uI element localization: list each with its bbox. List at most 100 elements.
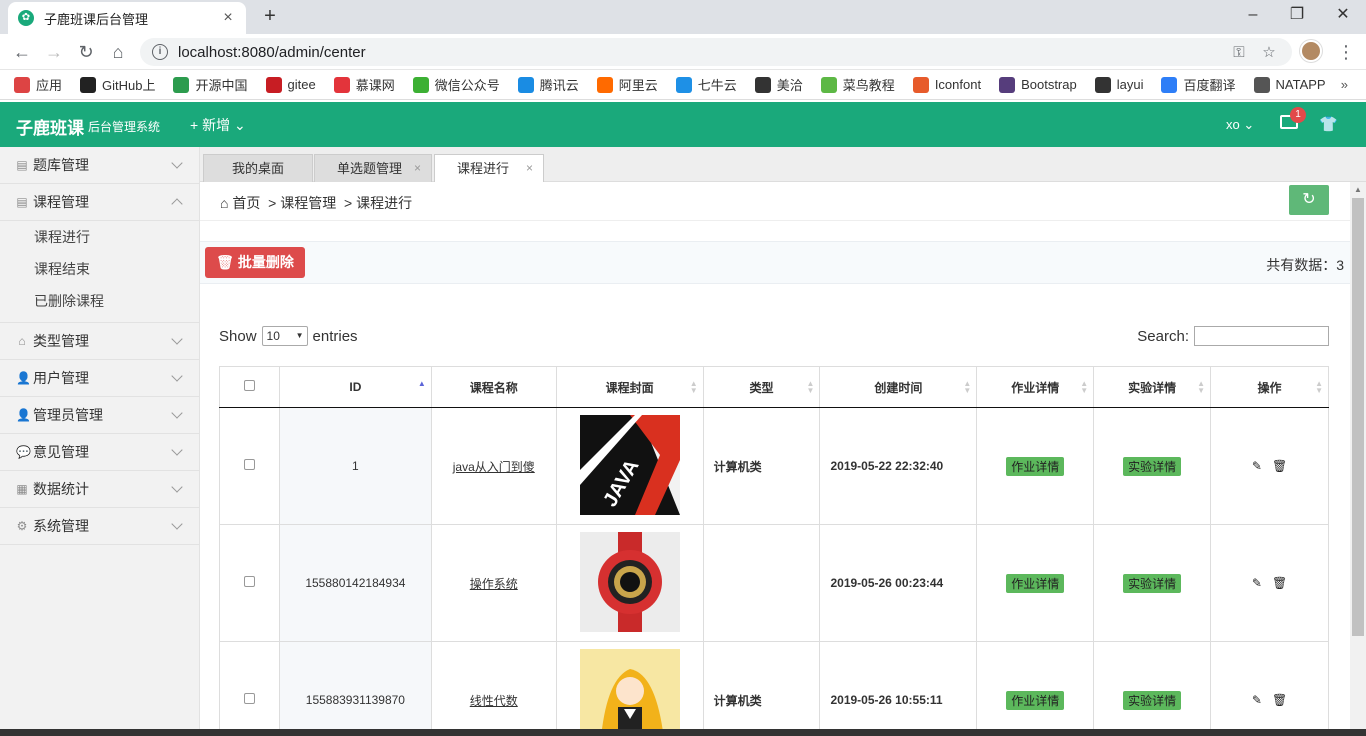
bookmark-item[interactable]: 美洽 (754, 75, 803, 94)
sidebar-item[interactable]: 👤 用户管理 (0, 360, 199, 397)
bookmark-item[interactable]: GitHub上 (80, 75, 155, 94)
experiment-detail-button[interactable]: 实验详情 (1123, 690, 1182, 710)
reload-icon[interactable]: ↻ (74, 40, 98, 64)
search-input[interactable] (1194, 326, 1329, 346)
delete-icon[interactable]: 🗑 (1272, 576, 1287, 590)
close-tab-icon[interactable]: × (414, 155, 421, 182)
sidebar-item[interactable]: ⌂ 类型管理 (0, 323, 199, 360)
table-row[interactable]: 155883931139870 线性代数 计算机类 2019-05-26 10:55:… (219, 641, 1329, 736)
experiment-detail-button[interactable]: 实验详情 (1123, 573, 1182, 593)
course-name-link[interactable]: 操作系统 (470, 577, 518, 591)
scroll-up-icon[interactable]: ▲ (1354, 185, 1362, 194)
info-icon[interactable]: i (152, 44, 168, 60)
sidebar-item-label: 意见管理 (33, 444, 89, 460)
edit-icon[interactable]: ✎ (1252, 576, 1262, 590)
delete-icon[interactable]: 🗑 (1272, 693, 1287, 707)
app-logo[interactable]: 子鹿班课 (16, 114, 84, 139)
url-text[interactable]: localhost:8080/admin/center (178, 44, 1220, 61)
row-checkbox[interactable] (243, 459, 255, 470)
home-icon[interactable]: ⌂ (106, 40, 130, 64)
bookmark-favicon-icon (412, 76, 429, 93)
add-new-menu[interactable]: + 新增 ⌄ (190, 115, 246, 135)
sidebar-item[interactable]: 👤 管理员管理 (0, 397, 199, 434)
bookmark-item[interactable]: 慕课网 (333, 75, 395, 94)
experiment-detail-button[interactable]: 实验详情 (1123, 456, 1182, 476)
sidebar-item[interactable]: 💬 意见管理 (0, 434, 199, 471)
table-row[interactable]: 155880142184934 操作系统 2019-05-26 00:23:44 作业… (219, 524, 1329, 642)
col-cover[interactable]: 课程封面 ▲ ▼ (555, 366, 704, 408)
edit-icon[interactable]: ✎ (1252, 693, 1262, 707)
bookmark-item[interactable]: 微信公众号 (412, 75, 500, 94)
bookmark-item[interactable]: layui (1094, 76, 1143, 93)
breadcrumb-level1[interactable]: 课程管理 (280, 195, 336, 211)
homework-detail-button[interactable]: 作业详情 (1006, 690, 1065, 710)
col-created[interactable]: 创建时间 ▲ ▼ (819, 366, 978, 408)
browser-tab[interactable]: ✿ 子鹿班课后台管理 × (8, 2, 246, 34)
browser-menu-icon[interactable]: ⋮ (1336, 40, 1356, 64)
col-type[interactable]: 类型 ▲ ▼ (702, 366, 821, 408)
back-icon[interactable]: ← (10, 40, 34, 64)
cell-homework: 作业详情 (976, 407, 1095, 525)
refresh-button[interactable]: ↻ (1289, 185, 1329, 215)
omnibox[interactable]: i localhost:8080/admin/center ⚿ ☆ (140, 38, 1292, 66)
bookmark-item[interactable]: 菜鸟教程 (820, 75, 895, 94)
bookmark-item[interactable]: 腾讯云 (517, 75, 579, 94)
col-experiment[interactable]: 实验详情 ▲ ▼ (1093, 366, 1212, 408)
theme-shirt-icon[interactable]: 👕 (1319, 115, 1338, 133)
delete-icon[interactable]: 🗑 (1272, 459, 1287, 473)
sidebar-item[interactable]: ▤ 题库管理 (0, 147, 199, 184)
page-tab-course-active[interactable]: 课程进行 × (434, 154, 544, 183)
sidebar-subitem[interactable]: 课程结束 (0, 253, 199, 285)
forward-icon[interactable]: → (42, 40, 66, 64)
user-menu[interactable]: xo ⌄ (1226, 117, 1254, 133)
sidebar-item[interactable]: ⚙ 系统管理 (0, 508, 199, 545)
minimize-icon[interactable]: – (1230, 4, 1276, 26)
sidebar-subitem[interactable]: 已删除课程 (0, 285, 199, 317)
row-checkbox[interactable] (243, 693, 255, 704)
bookmark-item[interactable]: 百度翻译 (1161, 75, 1236, 94)
maximize-icon[interactable]: ❐ (1274, 4, 1320, 26)
bookmark-favicon-icon (675, 76, 692, 93)
bookmark-item[interactable]: 七牛云 (675, 75, 737, 94)
bookmark-item[interactable]: 阿里云 (596, 75, 658, 94)
entries-select[interactable]: 10 (261, 326, 308, 346)
key-icon[interactable]: ⚿ (1228, 44, 1250, 61)
star-icon[interactable]: ☆ (1258, 43, 1280, 61)
bookmark-item[interactable]: Iconfont (912, 76, 981, 93)
profile-avatar[interactable] (1300, 40, 1322, 62)
close-tab-icon[interactable]: × (526, 155, 533, 182)
close-window-icon[interactable]: ✕ (1320, 4, 1366, 26)
course-name-link[interactable]: 线性代数 (470, 694, 518, 708)
col-homework[interactable]: 作业详情 ▲ ▼ (976, 366, 1095, 408)
bookmark-item[interactable]: 开源中国 (173, 75, 248, 94)
col-actions[interactable]: 操作 ▲ ▼ (1210, 366, 1329, 408)
os-taskbar (0, 729, 1366, 736)
sidebar-subitem[interactable]: 课程进行 (0, 221, 199, 253)
close-tab-icon[interactable]: × (220, 9, 236, 27)
action-bar: 🗑 批量删除 共有数据：3 (200, 241, 1350, 284)
course-name-link[interactable]: java从入门到傻 (453, 460, 535, 474)
scrollbar-thumb[interactable] (1352, 198, 1364, 636)
select-all-checkbox[interactable] (243, 380, 255, 391)
row-checkbox[interactable] (243, 576, 255, 587)
new-tab-button[interactable]: + (256, 5, 284, 29)
sidebar-item[interactable]: ▦ 数据统计 (0, 471, 199, 508)
table-row[interactable]: 1 java从入门到傻 JAVA 计算机类 2019-05-22 22:32:40 作业详… (219, 407, 1329, 525)
scrollbar[interactable]: ▲ (1350, 182, 1366, 736)
page-tab-single-choice[interactable]: 单选题管理 × (314, 154, 432, 182)
bookmark-item[interactable]: NATAPP (1253, 76, 1326, 93)
homework-detail-button[interactable]: 作业详情 (1006, 456, 1065, 476)
edit-icon[interactable]: ✎ (1252, 459, 1262, 473)
breadcrumb-home[interactable]: 首页 (232, 195, 260, 211)
briefcase-icon: ⌂ (18, 333, 26, 348)
col-id[interactable]: ID ▲ (278, 366, 432, 408)
bookmark-item[interactable]: Bootstrap (999, 76, 1077, 93)
homework-detail-button[interactable]: 作业详情 (1006, 573, 1065, 593)
batch-delete-button[interactable]: 🗑 批量删除 (205, 247, 305, 278)
page-tab-desktop[interactable]: 我的桌面 (203, 154, 313, 182)
sidebar-item[interactable]: ▤ 课程管理 (0, 184, 199, 221)
col-name[interactable]: 课程名称 (430, 366, 557, 408)
bookmark-item[interactable]: gitee (265, 76, 316, 93)
bookmarks-overflow-icon[interactable]: » (1341, 77, 1348, 92)
bookmark-item[interactable]: 应用 (14, 75, 62, 94)
